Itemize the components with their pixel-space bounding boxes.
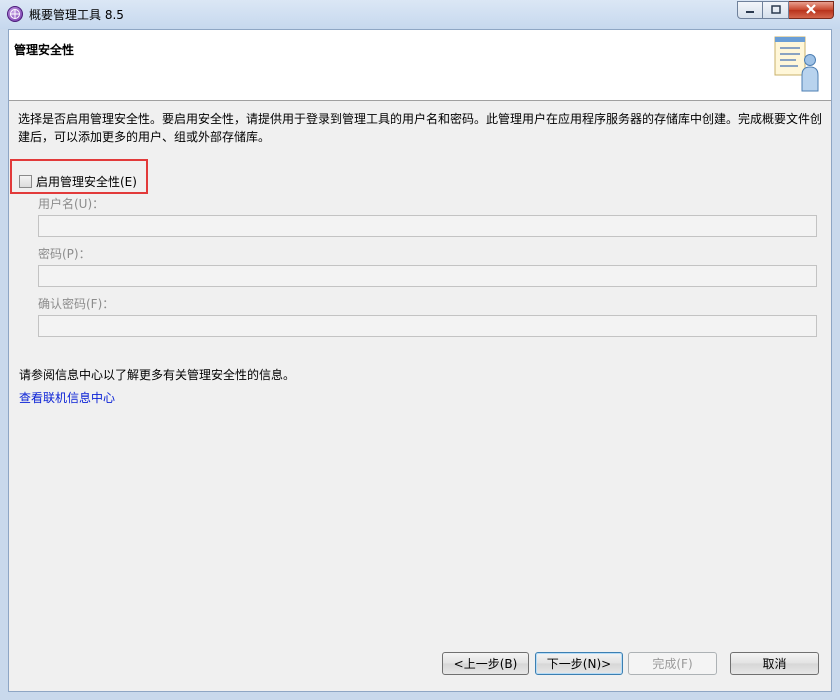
- app-globe-icon: [7, 6, 23, 22]
- username-label: 用户名(U)：: [38, 197, 105, 211]
- wizard-client-area: 管理安全性 选择是否启用管理安全性。要启用安全性，请提供用于登录到管理工具的用户…: [8, 29, 832, 692]
- wizard-window: 概要管理工具 8.5 管理安全性 选择是否启用管理安全性。要启用安全性，请提供用…: [0, 0, 840, 700]
- next-button[interactable]: 下一步(N)>: [535, 652, 623, 675]
- maximize-button[interactable]: [763, 1, 789, 19]
- enable-security-checkbox[interactable]: [19, 175, 32, 188]
- confirm-password-field[interactable]: [38, 315, 817, 337]
- minimize-icon: [745, 3, 755, 17]
- title-bar[interactable]: 概要管理工具 8.5: [0, 0, 840, 29]
- info-center-link[interactable]: 查看联机信息中心: [19, 389, 115, 406]
- window-title: 概要管理工具 8.5: [29, 8, 124, 22]
- wizard-user-icon: [769, 35, 825, 96]
- page-description: 选择是否启用管理安全性。要启用安全性，请提供用于登录到管理工具的用户名和密码。此…: [18, 112, 823, 144]
- enable-security-row[interactable]: 启用管理安全性(E): [19, 173, 137, 190]
- cancel-button[interactable]: 取消: [730, 652, 819, 675]
- confirm-password-label: 确认密码(F)：: [38, 297, 115, 311]
- maximize-icon: [770, 3, 781, 17]
- info-text: 请参阅信息中心以了解更多有关管理安全性的信息。: [19, 368, 296, 382]
- page-title: 管理安全性: [14, 43, 75, 57]
- window-controls: [737, 1, 834, 20]
- enable-security-label[interactable]: 启用管理安全性(E): [36, 173, 137, 190]
- finish-button[interactable]: 完成(F): [628, 652, 717, 675]
- username-field[interactable]: [38, 215, 817, 237]
- close-button[interactable]: [789, 1, 834, 19]
- password-field[interactable]: [38, 265, 817, 287]
- password-label: 密码(P)：: [38, 247, 91, 261]
- wizard-header: 管理安全性: [9, 30, 831, 101]
- back-button[interactable]: <上一步(B): [442, 652, 529, 675]
- minimize-button[interactable]: [737, 1, 763, 19]
- close-icon: [805, 3, 817, 17]
